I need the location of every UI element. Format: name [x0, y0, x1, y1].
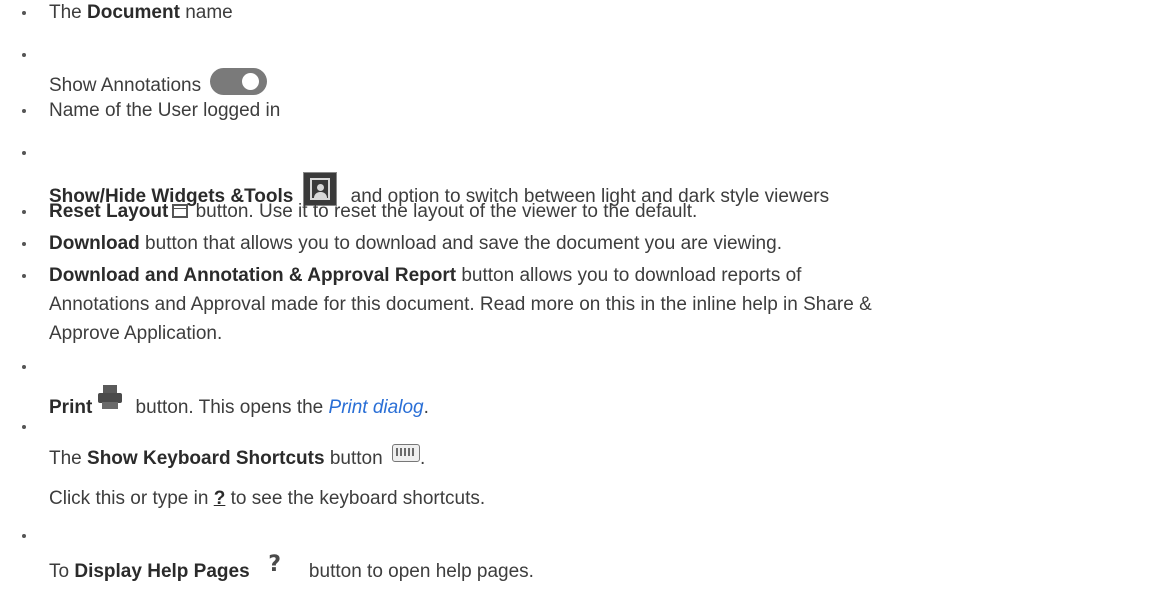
shortcut-key: ? — [213, 488, 226, 509]
item-text: . — [423, 397, 429, 418]
item-text: Name of the User logged in — [49, 100, 281, 121]
item-text: button that allows you to download and s… — [139, 233, 782, 254]
bullet — [22, 274, 26, 278]
item-bold: Download and Annotation & Approval Repor… — [49, 265, 457, 286]
bullet — [22, 53, 26, 57]
item-text: The — [49, 448, 88, 469]
print-icon — [96, 385, 124, 411]
list-item-report-line2: Annotations and Approval made for this d… — [49, 293, 872, 317]
help-icon: ? — [268, 552, 282, 577]
list-item-keyboard-shortcuts-sub: Click this or type in ? to see the keybo… — [49, 487, 485, 511]
list-item-user-name: Name of the User logged in — [49, 99, 280, 123]
list-item-report: Download and Annotation & Approval Repor… — [49, 264, 801, 288]
reset-layout-icon — [172, 204, 189, 218]
list-item-keyboard-shortcuts: The Show Keyboard Shortcuts button . — [49, 444, 425, 471]
item-bold: Print — [49, 397, 93, 418]
toggle-icon — [210, 68, 268, 95]
bullet — [22, 242, 26, 246]
item-text: Show Annotations — [49, 75, 202, 96]
item-text: Annotations and Approval made for this d… — [49, 294, 872, 315]
bullet — [22, 11, 26, 15]
item-text: name — [179, 2, 233, 23]
item-text: The — [49, 2, 88, 23]
bullet — [22, 425, 26, 429]
keyboard-icon — [391, 444, 420, 462]
bullet — [22, 210, 26, 214]
list-item-document-name: The Document name — [49, 1, 233, 25]
print-dialog-link[interactable]: Print dialog — [329, 397, 424, 418]
item-bold: Display Help Pages — [74, 561, 250, 582]
item-text: . — [419, 448, 426, 469]
bullet — [22, 365, 26, 369]
item-bold: Download — [49, 233, 140, 254]
item-bold: Show Keyboard Shortcuts — [87, 448, 325, 469]
item-text: button. This opens the — [130, 397, 329, 418]
item-text: to see the keyboard shortcuts. — [225, 488, 486, 509]
list-item-report-line3: Approve Application. — [49, 322, 222, 346]
item-bold: Document — [87, 2, 180, 23]
item-bold: Reset Layout — [49, 201, 169, 222]
bullet — [22, 534, 26, 538]
item-text: Click this or type in — [49, 488, 214, 509]
bullet — [22, 109, 26, 113]
item-text: To — [49, 561, 75, 582]
list-item-show-annotations: Show Annotations — [49, 68, 268, 98]
list-item-reset-layout: Reset Layout button. Use it to reset the… — [49, 200, 697, 224]
list-item-print: Print button. This opens the Print dialo… — [49, 385, 429, 420]
list-item-help-pages: To Display Help Pages? button to open he… — [49, 553, 534, 584]
help-document: The Document name Show Annotations Name … — [0, 0, 1167, 591]
item-text: Approve Application. — [49, 323, 223, 344]
bullet — [22, 151, 26, 155]
item-text: button — [324, 448, 388, 469]
list-item-download: Download button that allows you to downl… — [49, 232, 782, 256]
item-text: button. Use it to reset the layout of th… — [190, 201, 698, 222]
item-text: button to open help pages. — [303, 561, 534, 582]
item-text: button allows you to download reports of — [456, 265, 802, 286]
